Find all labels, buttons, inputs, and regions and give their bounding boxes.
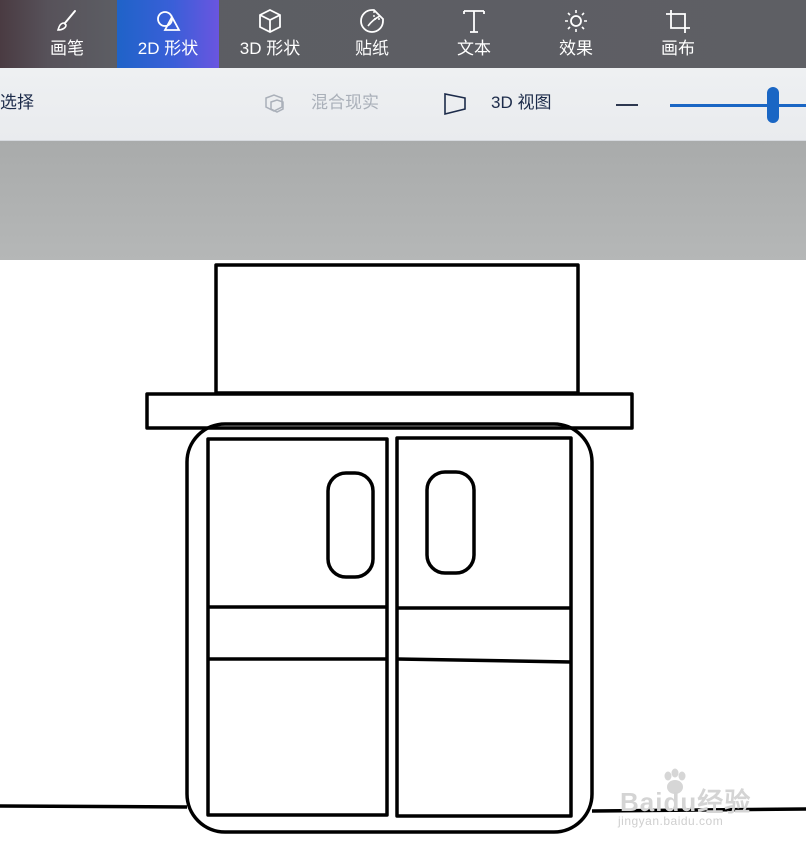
tool-label: 3D 形状: [239, 39, 301, 58]
zoom-slider[interactable]: [670, 104, 806, 107]
watermark-url: jingyan.baidu.com: [618, 814, 724, 828]
cube-icon: [259, 8, 281, 34]
mixed-reality-button[interactable]: 混合现实: [311, 92, 379, 114]
baidu-watermark: Baidu经验 jingyan.baidu.com: [616, 768, 786, 832]
tool-label: 画笔: [50, 39, 84, 58]
tool-label: 贴纸: [355, 39, 389, 58]
shapes-2d-icon: [157, 11, 181, 31]
right-handle-shape: [425, 470, 476, 575]
drawing-canvas[interactable]: [0, 260, 806, 850]
tool-stickers[interactable]: 贴纸: [321, 0, 423, 68]
view-3d-icon: [444, 93, 466, 116]
view-3d-button[interactable]: 3D 视图: [491, 92, 551, 114]
workspace-backdrop: [0, 141, 806, 260]
crop-icon: [666, 10, 690, 33]
tool-3d-shapes[interactable]: 3D 形状: [219, 0, 321, 68]
text-icon: [463, 10, 485, 33]
zoom-slider-thumb[interactable]: [767, 87, 779, 123]
tool-label: 效果: [559, 39, 593, 58]
brush-icon: [56, 10, 76, 31]
left-handle-shape: [326, 471, 375, 579]
cabinet-body-shape: [185, 422, 594, 834]
tool-label: 画布: [661, 39, 695, 58]
tool-text[interactable]: 文本: [423, 0, 525, 68]
sun-icon: [565, 10, 587, 32]
left-door-shape: [206, 437, 389, 817]
right-door-shape: [395, 436, 573, 818]
cabinet-drawing: [0, 263, 806, 834]
zoom-out-icon[interactable]: [616, 104, 638, 106]
tool-effects[interactable]: 效果: [525, 0, 627, 68]
sticker-icon: [360, 9, 384, 33]
tool-2d-shapes[interactable]: 2D 形状: [117, 0, 219, 68]
top-toolbar: 画笔 2D 形状 3D 形状 贴纸 文本 效果 画布: [0, 0, 806, 68]
tool-canvas[interactable]: 画布: [627, 0, 729, 68]
tool-label: 2D 形状: [137, 39, 199, 58]
tool-brushes[interactable]: 画笔: [16, 0, 118, 68]
select-button[interactable]: 选择: [0, 92, 34, 114]
mixed-reality-icon: [265, 94, 284, 113]
top-box-shape: [214, 263, 580, 395]
tool-label: 文本: [457, 39, 491, 58]
